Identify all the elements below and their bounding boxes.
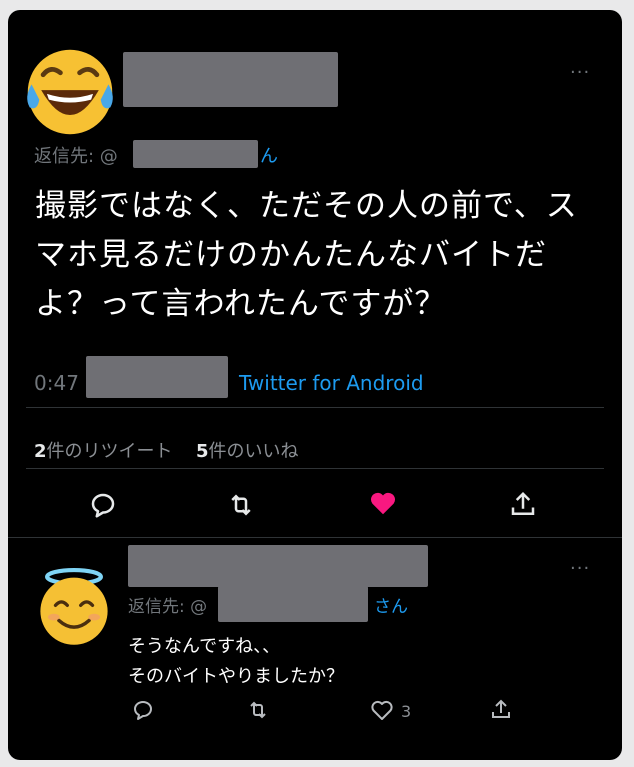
reply-icon[interactable] [88, 490, 118, 520]
redacted-date [86, 356, 228, 398]
redacted-username [123, 52, 338, 107]
reply-icon[interactable] [131, 698, 155, 722]
reply-to-line: 返信先: @ [128, 592, 207, 617]
tweet-source-link[interactable]: Twitter for Android [239, 371, 424, 395]
phone-screen: ··· 返信先: @ ん 撮影ではなく、ただその人の前で、ス マホ見るだけのかん… [8, 10, 622, 760]
retweet-count[interactable]: 2 [34, 441, 47, 462]
redacted-reply-username [128, 545, 428, 587]
laughing-tears-emoji-avatar[interactable] [22, 44, 118, 140]
reply-to-label: 返信先: @ [34, 146, 118, 167]
like-count[interactable]: 5 [196, 441, 209, 462]
retweet-icon[interactable] [246, 698, 270, 722]
tweet-stats: 2件のリツイート 5件のいいね [34, 437, 299, 463]
redacted-handle [133, 140, 258, 168]
divider [8, 537, 622, 538]
retweet-label[interactable]: 件のリツイート [47, 441, 173, 462]
smiling-halo-emoji-avatar[interactable] [32, 565, 116, 649]
tweet-text-line: マホ見るだけのかんたんなバイトだ [35, 237, 547, 273]
retweet-icon[interactable] [226, 490, 256, 520]
reply-like-count: 3 [401, 702, 412, 721]
reply-to-handle-suffix[interactable]: さん [374, 597, 408, 617]
reply-to-label: 返信先: @ [128, 597, 208, 617]
tweet-text: 撮影ではなく、ただその人の前で、ス マホ見るだけのかんたんなバイトだ よ？って言… [35, 182, 615, 329]
tweet-text-line: よ？って言われたんですが？ [35, 286, 447, 322]
heart-outline-icon[interactable] [370, 698, 394, 722]
reply-to-line: 返信先: @ [34, 142, 118, 168]
reply-text: そうなんですね、、 そのバイトやりましたか？ [128, 632, 344, 692]
reply-to-handle-suffix[interactable]: ん [260, 146, 278, 167]
divider [26, 407, 604, 408]
share-icon[interactable] [489, 698, 513, 722]
heart-icon[interactable] [368, 488, 398, 518]
tweet-text-line: 撮影ではなく、ただその人の前で、ス [35, 188, 578, 224]
like-label[interactable]: 件のいいね [209, 441, 299, 462]
more-dots-icon[interactable]: ··· [570, 558, 590, 579]
reply-text-line: そうなんですね、、 [128, 636, 281, 657]
share-icon[interactable] [508, 490, 538, 520]
redacted-handle [218, 586, 368, 622]
reply-text-line: そのバイトやりましたか？ [128, 666, 344, 687]
reply-to-suffix: さん [374, 592, 408, 617]
more-dots-icon[interactable]: ··· [570, 62, 590, 83]
divider [26, 468, 604, 469]
reply-to-suffix: ん [260, 142, 278, 168]
tweet-time: 0:47 [34, 371, 79, 395]
